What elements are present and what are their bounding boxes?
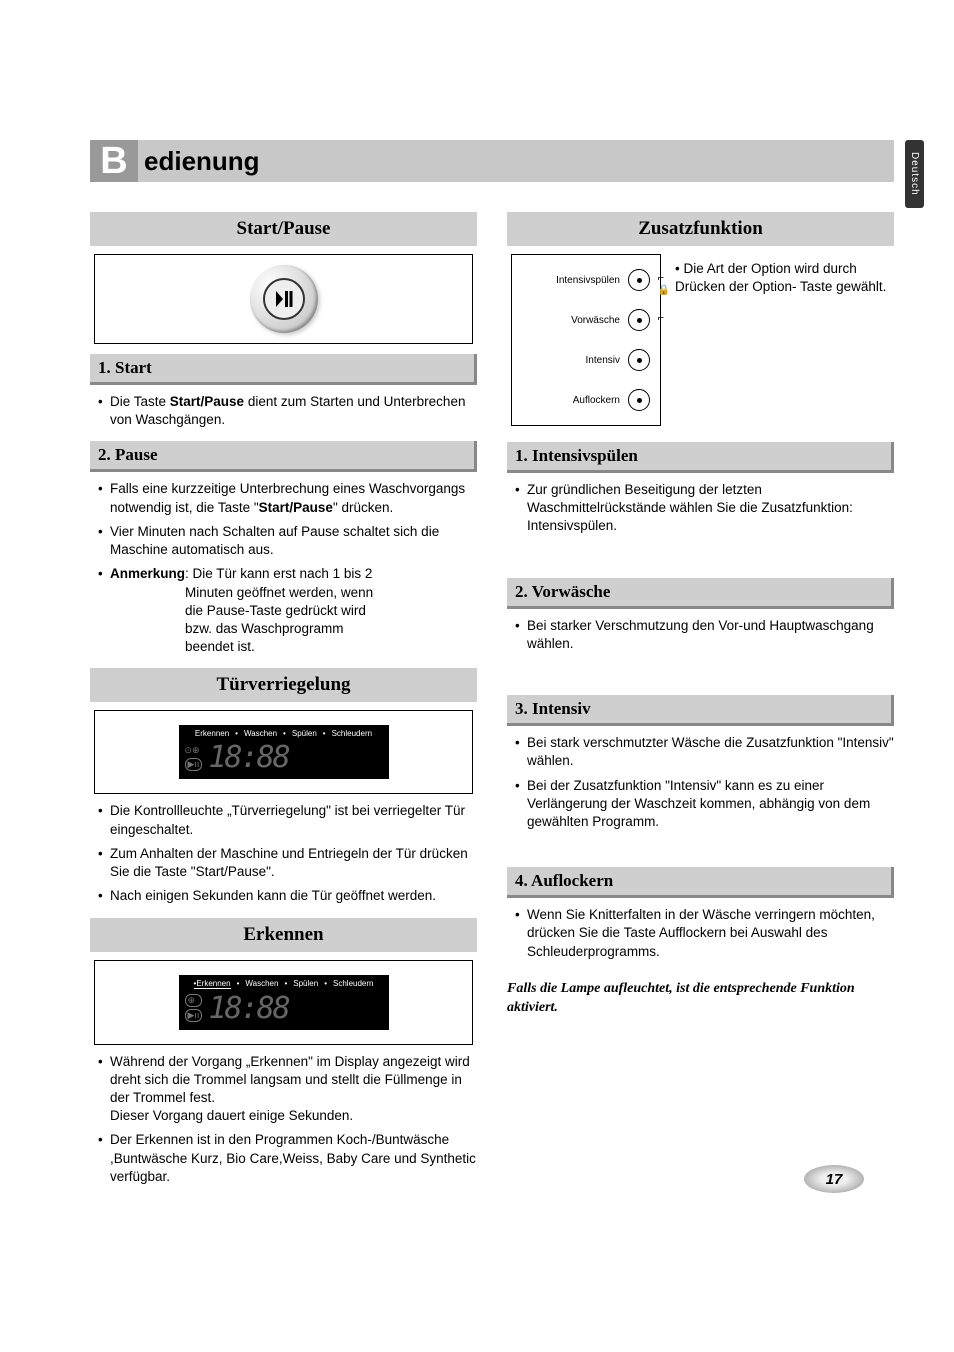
left-column: Start/Pause 1. Start Die Taste Start/Pau…: [90, 212, 477, 1198]
header-erkennen: Erkennen: [90, 918, 477, 952]
bullet-text: Der Erkennen ist in den Programmen Koch-…: [98, 1131, 477, 1186]
bullet-text: Falls eine kurzzeitige Unterbrechung ein…: [98, 480, 477, 516]
intensiv-bullets: Bei stark verschmutzter Wäsche die Zusat…: [507, 734, 894, 831]
lock-icon: 🔒: [658, 285, 670, 296]
option-vorwaesche: Vorwäsche ⌐: [522, 309, 650, 331]
bullet-text: Anmerkung: Die Tür kann erst nach 1 bis …: [98, 565, 477, 656]
option-auflockern: Auflockern: [522, 389, 650, 411]
auflockern-bullets: Wenn Sie Knitterfalten in der Wäsche ver…: [507, 906, 894, 961]
subheader-pause: 2. Pause: [90, 441, 477, 472]
erkennen-display-illustration: •Erkennen• Waschen• Spülen• Schleudern ⊕…: [94, 960, 473, 1045]
bullet-text: Vier Minuten nach Schalten auf Pause sch…: [98, 523, 477, 559]
door-lock-display-illustration: Erkennen• Waschen• Spülen• Schleudern ⊙⊕…: [94, 710, 473, 794]
title-initial: B: [90, 140, 138, 182]
start-pause-button-graphic: [250, 265, 318, 333]
seven-segment-display: 18:88: [208, 991, 288, 1026]
header-start-pause: Start/Pause: [90, 212, 477, 246]
display-status-icons: ⊙⊕▶ıı: [185, 745, 203, 771]
option-panel-illustration: Intensivspülen ⌐ 🔒 Vorwäsche ⌐ Intensiv: [511, 254, 661, 426]
bullet-text: Die Kontrollleuchte „Türverriegelung" is…: [98, 802, 477, 838]
vorwaesche-bullets: Bei starker Verschmutzung den Vor-und Ha…: [507, 617, 894, 653]
activation-note: Falls die Lampe aufleuchtet, ist die ent…: [507, 979, 894, 1018]
start-pause-illustration: [94, 254, 473, 344]
display-label: Waschen: [244, 729, 277, 738]
subheader-vorwaesche: 2. Vorwäsche: [507, 578, 894, 609]
pause-bullets: Falls eine kurzzeitige Unterbrechung ein…: [90, 480, 477, 656]
bullet-text: Bei stark verschmutzter Wäsche die Zusat…: [515, 734, 894, 770]
subheader-intensivspuelen: 1. Intensivspülen: [507, 442, 894, 473]
subheader-intensiv: 3. Intensiv: [507, 695, 894, 726]
display-label: Schleudern: [332, 729, 372, 738]
header-zusatzfunktion: Zusatzfunktion: [507, 212, 894, 246]
erkennen-bullets: Während der Vorgang „Erkennen" im Displa…: [90, 1053, 477, 1187]
display-label: Spülen: [292, 729, 317, 738]
display-status-icons: ⊕ ▶ıı: [185, 994, 203, 1022]
start-bullets: Die Taste Start/Pause dient zum Starten …: [90, 393, 477, 429]
bullet-text: Bei starker Verschmutzung den Vor-und Ha…: [515, 617, 894, 653]
subheader-start: 1. Start: [90, 354, 477, 385]
bullet-text: Bei der Zusatzfunktion "Intensiv" kann e…: [515, 777, 894, 832]
right-column: Zusatzfunktion Intensivspülen ⌐ 🔒 Vorwäs…: [507, 212, 894, 1198]
play-pause-icon: [274, 289, 294, 309]
page-title-bar: B edienung: [90, 140, 894, 182]
bullet-text: Nach einigen Sekunden kann die Tür geöff…: [98, 887, 477, 905]
zusatz-description: Die Art der Option wird durch Drücken de…: [675, 254, 894, 296]
bullet-text: Zur gründlichen Beseitigung der letzten …: [515, 481, 894, 536]
page-number: 17: [804, 1165, 864, 1193]
intensivsp-bullets: Zur gründlichen Beseitigung der letzten …: [507, 481, 894, 536]
title-rest: edienung: [138, 140, 894, 182]
language-tab: Deutsch: [905, 140, 924, 208]
bullet-text: Wenn Sie Knitterfalten in der Wäsche ver…: [515, 906, 894, 961]
display-label: Erkennen: [195, 729, 229, 738]
bullet-text: Zum Anhalten der Maschine und Entriegeln…: [98, 845, 477, 881]
header-tuerverriegelung: Türverriegelung: [90, 668, 477, 702]
seven-segment-display: 18:88: [208, 740, 288, 775]
option-intensiv: Intensiv: [522, 349, 650, 371]
subheader-auflockern: 4. Auflockern: [507, 867, 894, 898]
option-intensivspuelen: Intensivspülen ⌐ 🔒: [522, 269, 650, 291]
tuer-bullets: Die Kontrollleuchte „Türverriegelung" is…: [90, 802, 477, 905]
bullet-text: Während der Vorgang „Erkennen" im Displa…: [98, 1053, 477, 1126]
bullet-text: Die Taste Start/Pause dient zum Starten …: [98, 393, 477, 429]
